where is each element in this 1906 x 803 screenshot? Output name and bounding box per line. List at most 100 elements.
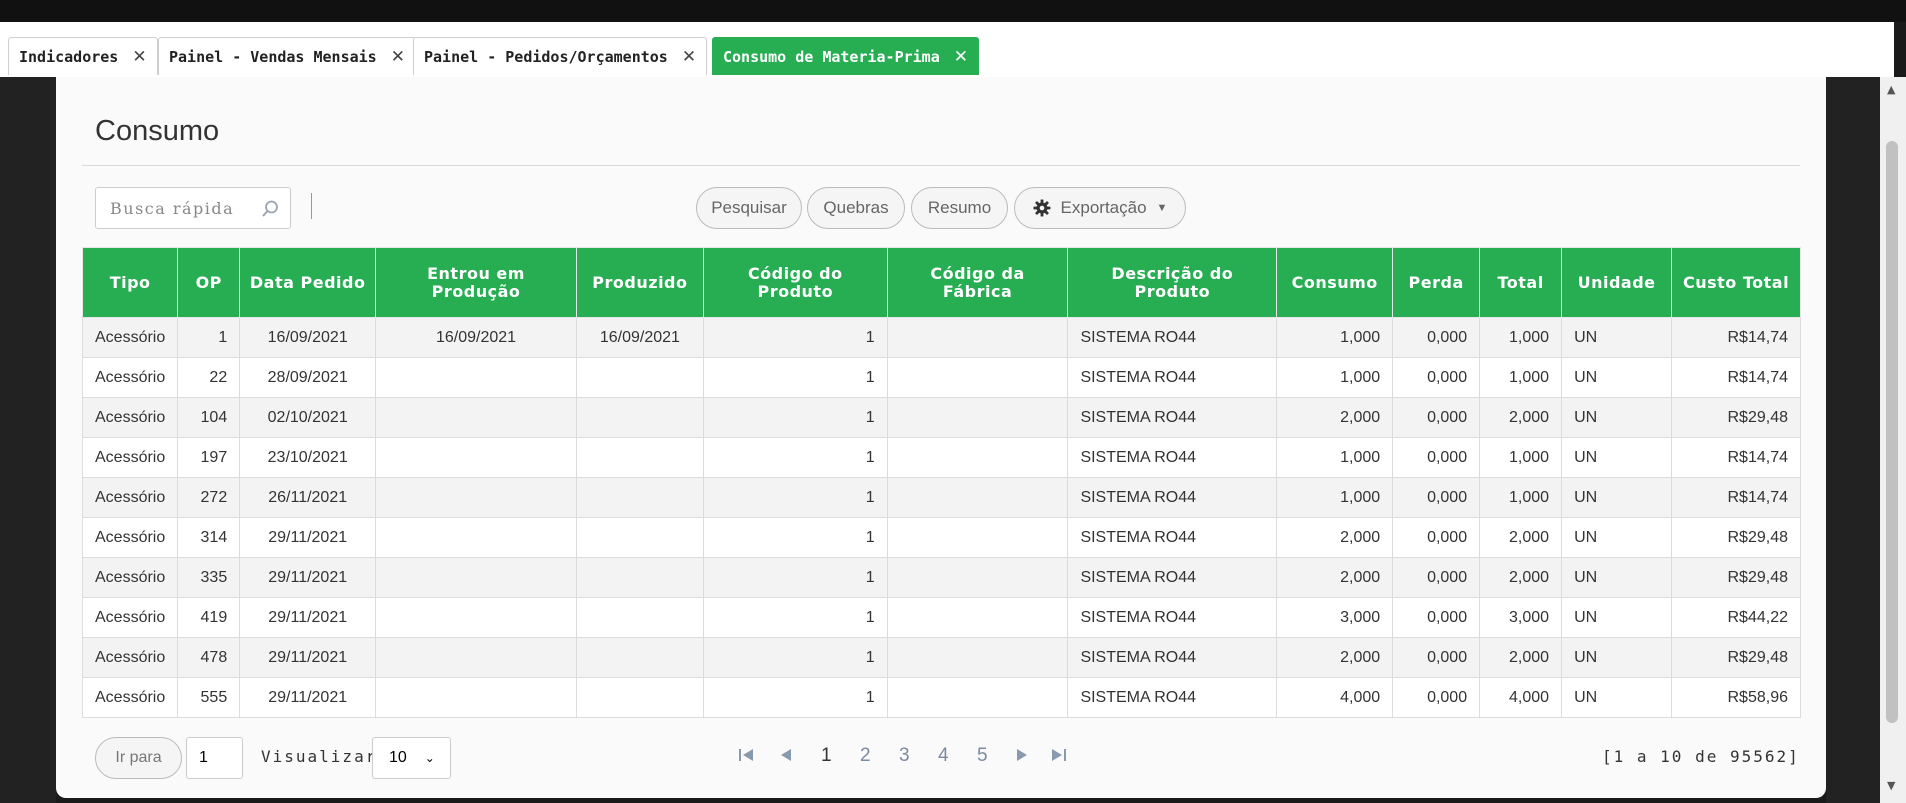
cell-produzido: [575, 637, 704, 678]
column-header-codigo-produto[interactable]: Código do Produto: [702, 247, 888, 318]
quebras-button[interactable]: Quebras: [807, 187, 905, 229]
cell-unidade: UN: [1561, 517, 1673, 558]
cell-codigo-fabrica: [886, 517, 1069, 558]
page-link-4[interactable]: 4: [938, 745, 949, 767]
page-link-3[interactable]: 3: [899, 745, 910, 767]
cell-custo-total: R$29,48: [1671, 637, 1801, 678]
cell-op: 314: [177, 517, 241, 558]
cell-codigo-produto: 1: [702, 317, 888, 358]
divider: [82, 165, 1800, 166]
chevron-down-icon: ⌄: [424, 751, 435, 765]
cell-total: 2,000: [1479, 397, 1563, 438]
cell-unidade: UN: [1561, 677, 1673, 718]
column-header-produzido[interactable]: Produzido: [575, 247, 704, 318]
tab-label: Consumo de Materia-Prima: [723, 47, 940, 66]
cell-custo-total: R$44,22: [1671, 597, 1801, 638]
toolbar-separator: [311, 193, 312, 219]
cell-perda: 0,000: [1392, 517, 1481, 558]
page-link-5[interactable]: 5: [977, 745, 988, 767]
tab-consumo-materia-prima[interactable]: Consumo de Materia-Prima ✕: [712, 37, 979, 75]
cell-total: 1,000: [1479, 437, 1563, 478]
table-row[interactable]: Acessório 335 29/11/2021 1 SISTEMA RO44 2,000…: [81, 557, 1801, 598]
page-number-input[interactable]: [186, 737, 243, 779]
cell-produzido: [575, 397, 704, 438]
cell-descricao: SISTEMA RO44: [1067, 317, 1278, 358]
cell-data-pedido: 29/11/2021: [239, 557, 377, 598]
column-header-data-pedido[interactable]: Data Pedido: [239, 247, 377, 318]
table-row[interactable]: Acessório 22 28/09/2021 1 SISTEMA RO44 1,000 0…: [81, 357, 1801, 398]
cell-data-pedido: 29/11/2021: [239, 637, 377, 678]
cell-tipo: Acessório: [81, 437, 179, 478]
cell-entrou-em-producao: 16/09/2021: [375, 317, 577, 358]
scroll-up-arrow-icon[interactable]: ▲: [1887, 83, 1895, 96]
last-page-icon[interactable]: [1051, 747, 1067, 767]
cell-custo-total: R$14,74: [1671, 477, 1801, 518]
exportacao-dropdown-button[interactable]: Exportação ▼: [1014, 187, 1186, 229]
tab-painel-pedidos-orcamentos[interactable]: Painel - Pedidos/Orçamentos ✕: [413, 37, 708, 75]
tab-indicadores[interactable]: Indicadores ✕: [8, 37, 158, 75]
table-row[interactable]: Acessório 197 23/10/2021 1 SISTEMA RO44 1,000…: [81, 437, 1801, 478]
vertical-scrollbar[interactable]: ▲ ▼: [1880, 77, 1906, 803]
cell-unidade: UN: [1561, 557, 1673, 598]
cell-codigo-fabrica: [886, 357, 1069, 398]
next-page-icon[interactable]: [1014, 747, 1030, 767]
column-header-op[interactable]: OP: [177, 247, 241, 318]
cell-descricao: SISTEMA RO44: [1067, 677, 1278, 718]
close-icon[interactable]: ✕: [132, 47, 146, 67]
cell-tipo: Acessório: [81, 317, 179, 358]
cell-perda: 0,000: [1392, 357, 1481, 398]
close-icon[interactable]: ✕: [391, 47, 405, 67]
column-header-consumo[interactable]: Consumo: [1276, 247, 1394, 318]
table-row[interactable]: Acessório 314 29/11/2021 1 SISTEMA RO44 2,000…: [81, 517, 1801, 558]
scrollbar-thumb[interactable]: [1886, 141, 1898, 723]
table-row[interactable]: Acessório 478 29/11/2021 1 SISTEMA RO44 2,000…: [81, 637, 1801, 678]
search-icon[interactable]: [260, 199, 280, 223]
previous-page-icon[interactable]: [778, 747, 794, 767]
cell-codigo-produto: 1: [702, 597, 888, 638]
column-header-custo-total[interactable]: Custo Total: [1671, 247, 1801, 318]
scroll-down-arrow-icon[interactable]: ▼: [1887, 779, 1895, 792]
cell-op: 419: [177, 597, 241, 638]
cell-op: 1: [177, 317, 241, 358]
table-row[interactable]: Acessório 1 16/09/2021 16/09/2021 16/09/2021…: [81, 317, 1801, 358]
page-link-1[interactable]: 1: [821, 745, 832, 767]
table-row[interactable]: Acessório 104 02/10/2021 1 SISTEMA RO44 2,000…: [81, 397, 1801, 438]
column-header-entrou-em-producao[interactable]: Entrou em Produção: [375, 247, 577, 318]
cell-codigo-fabrica: [886, 477, 1069, 518]
resumo-button[interactable]: Resumo: [911, 187, 1008, 229]
search-input[interactable]: [108, 188, 262, 228]
column-header-tipo[interactable]: Tipo: [81, 247, 179, 318]
quick-search[interactable]: [95, 187, 291, 229]
table-row[interactable]: Acessório 419 29/11/2021 1 SISTEMA RO44 3,000…: [81, 597, 1801, 638]
cell-custo-total: R$14,74: [1671, 437, 1801, 478]
column-header-unidade[interactable]: Unidade: [1561, 247, 1673, 318]
close-icon[interactable]: ✕: [682, 47, 696, 67]
record-count: [1 a 10 de 95562]: [1602, 747, 1800, 766]
column-header-descricao[interactable]: Descrição do Produto: [1067, 247, 1278, 318]
cell-entrou-em-producao: [375, 437, 577, 478]
column-header-codigo-fabrica[interactable]: Código da Fábrica: [886, 247, 1069, 318]
cell-tipo: Acessório: [81, 557, 179, 598]
cell-codigo-produto: 1: [702, 357, 888, 398]
cell-codigo-produto: 1: [702, 437, 888, 478]
column-header-total[interactable]: Total: [1479, 247, 1563, 318]
tab-label: Indicadores: [19, 47, 119, 66]
page-size-select[interactable]: 10 ⌄: [372, 737, 451, 779]
ir-para-button[interactable]: Ir para: [95, 737, 182, 779]
table-row[interactable]: Acessório 555 29/11/2021 1 SISTEMA RO44 4,000…: [81, 677, 1801, 718]
cell-consumo: 4,000: [1276, 677, 1394, 718]
cell-consumo: 3,000: [1276, 597, 1394, 638]
tab-painel-vendas-mensais[interactable]: Painel - Vendas Mensais ✕: [158, 37, 416, 75]
cell-consumo: 1,000: [1276, 477, 1394, 518]
table-row[interactable]: Acessório 272 26/11/2021 1 SISTEMA RO44 1,000…: [81, 477, 1801, 518]
pesquisar-button[interactable]: Pesquisar: [696, 187, 802, 229]
cell-custo-total: R$29,48: [1671, 557, 1801, 598]
cell-op: 335: [177, 557, 241, 598]
column-header-perda[interactable]: Perda: [1392, 247, 1481, 318]
cell-unidade: UN: [1561, 397, 1673, 438]
close-icon[interactable]: ✕: [954, 47, 968, 67]
cell-total: 2,000: [1479, 517, 1563, 558]
first-page-icon[interactable]: [738, 747, 754, 767]
cell-produzido: 16/09/2021: [575, 317, 704, 358]
page-link-2[interactable]: 2: [860, 745, 871, 767]
